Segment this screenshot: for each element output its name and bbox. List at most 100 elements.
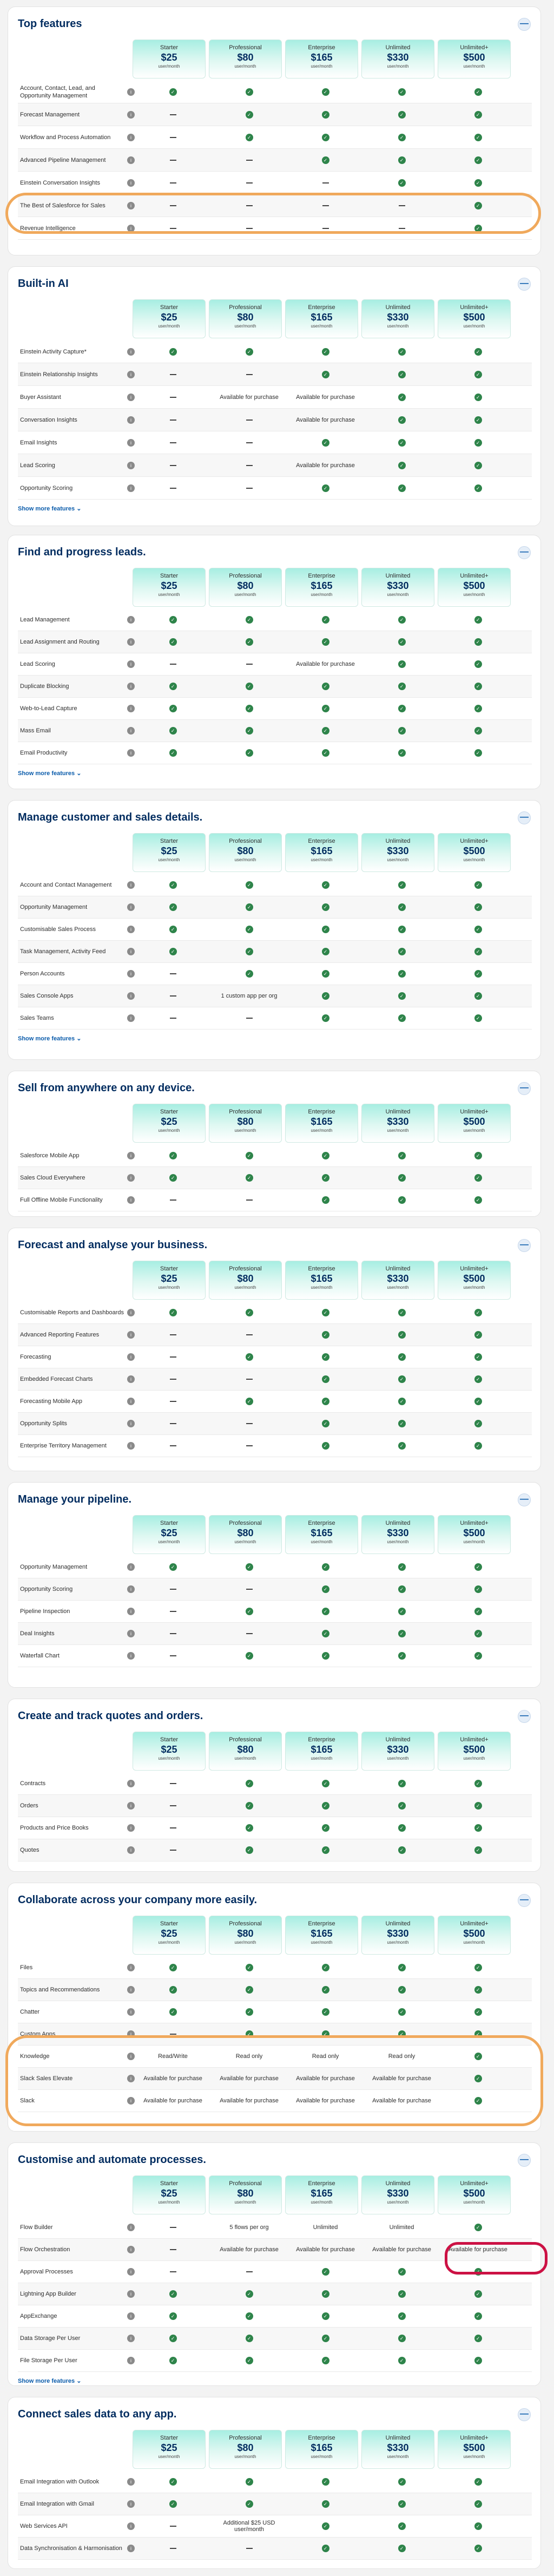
info-icon[interactable]: i [127,1309,135,1316]
plan-cell-2: ✓ [287,2312,364,2320]
info-icon[interactable]: i [127,461,135,469]
table-row: Email Integration with Gmail i ✓ ✓ ✓ ✓ ✓ [18,2493,532,2515]
info-icon[interactable]: i [127,992,135,1000]
info-icon[interactable]: i [127,2268,135,2276]
info-icon[interactable]: i [127,1652,135,1660]
info-icon[interactable]: i [127,2290,135,2298]
info-icon[interactable]: i [127,660,135,668]
plan-price-unit: user/month [311,1539,333,1544]
section-forecast: Forecast and analyse your business. — Star… [8,1228,541,1471]
info-icon[interactable]: i [127,133,135,141]
info-icon[interactable]: i [127,683,135,690]
plan-cell-4: ✓ [440,438,516,447]
collapse-section-icon[interactable]: — [518,278,531,291]
info-icon[interactable]: i [127,110,135,119]
info-icon[interactable]: i [127,1174,135,1182]
info-icon[interactable]: i [127,2522,135,2530]
info-icon[interactable]: i [127,2224,135,2231]
collapse-section-icon[interactable]: — [518,1082,531,1095]
check-icon: ✓ [474,1331,482,1339]
check-icon: ✓ [398,2335,406,2342]
plan-cell-0: ✓ [135,683,211,690]
info-icon[interactable]: i [127,1802,135,1810]
info-icon[interactable]: i [127,970,135,978]
info-icon[interactable]: i [127,1630,135,1637]
info-icon[interactable]: i [127,156,135,164]
info-icon[interactable]: i [127,88,135,96]
info-icon[interactable]: i [127,2500,135,2508]
not-included-icon [169,1423,176,1425]
info-icon[interactable]: i [127,1608,135,1615]
plan-header-unlimited: Unlimited $330 user/month [361,1104,434,1143]
info-icon[interactable]: i [127,926,135,933]
info-icon[interactable]: i [127,1420,135,1427]
info-icon[interactable]: i [127,705,135,712]
show-more-features-link[interactable]: Show more features ⌄ [18,505,81,512]
info-icon[interactable]: i [127,1398,135,1405]
check-icon: ✓ [474,727,482,735]
plan-header-unlimited-plus: Unlimited+ $500 user/month [438,1732,511,1771]
info-icon[interactable]: i [127,1563,135,1571]
plan-price: $25 [161,2188,177,2199]
info-icon[interactable]: i [127,1986,135,1994]
plan-cell-0 [135,1197,211,1203]
info-icon[interactable]: i [127,393,135,401]
info-icon[interactable]: i [127,1824,135,1832]
info-icon[interactable]: i [127,438,135,447]
info-icon[interactable]: i [127,2246,135,2253]
info-icon[interactable]: i [127,179,135,187]
info-icon[interactable]: i [127,1014,135,1022]
table-row: Sales Cloud Everywhere i ✓ ✓ ✓ ✓ ✓ [18,1167,532,1189]
not-included-icon [169,1589,176,1590]
info-icon[interactable]: i [127,881,135,889]
collapse-section-icon[interactable]: — [518,546,531,559]
info-icon[interactable]: i [127,2357,135,2364]
info-icon[interactable]: i [127,1964,135,1971]
info-icon[interactable]: i [127,749,135,757]
info-icon[interactable]: i [127,616,135,624]
info-icon[interactable]: i [127,2312,135,2320]
collapse-section-icon[interactable]: — [518,1493,531,1506]
info-icon[interactable]: i [127,2008,135,2016]
info-icon[interactable]: i [127,1152,135,1159]
show-more-features-link[interactable]: Show more features ⌄ [18,1035,81,1042]
check-icon: ✓ [474,616,482,624]
info-icon[interactable]: i [127,416,135,424]
info-icon[interactable]: i [127,1846,135,1854]
check-icon: ✓ [398,1375,406,1383]
info-icon[interactable]: i [127,2335,135,2342]
info-icon[interactable]: i [127,2478,135,2486]
info-icon[interactable]: i [127,348,135,356]
info-icon[interactable]: i [127,1780,135,1787]
feature-label: Einstein Activity Capture* [20,348,87,355]
info-icon[interactable]: i [127,2545,135,2552]
info-icon[interactable]: i [127,1196,135,1204]
collapse-section-icon[interactable]: — [518,2154,531,2167]
info-icon[interactable]: i [127,1585,135,1593]
plan-cell-0: ✓ [135,1152,211,1159]
info-icon[interactable]: i [127,727,135,735]
info-icon[interactable]: i [127,1331,135,1339]
info-icon[interactable]: i [127,1442,135,1450]
check-icon: ✓ [474,1152,482,1159]
collapse-section-icon[interactable]: — [518,1894,531,1907]
collapse-section-icon[interactable]: — [518,18,531,31]
collapse-section-icon[interactable]: — [518,811,531,824]
info-icon[interactable]: i [127,1353,135,1361]
show-more-features-link[interactable]: Show more features ⌄ [18,2377,81,2384]
info-icon[interactable]: i [127,484,135,492]
info-icon[interactable]: i [127,903,135,911]
cell-text: Available for purchase [220,2246,279,2253]
collapse-section-icon[interactable]: — [518,1239,531,1252]
info-icon[interactable]: i [127,638,135,646]
info-icon[interactable]: i [127,1375,135,1383]
plan-cell-4: ✓ [440,1964,516,1971]
collapse-section-icon[interactable]: — [518,2408,531,2421]
check-icon: ✓ [321,616,329,624]
plan-header-unlimited: Unlimited $330 user/month [361,40,434,78]
info-icon[interactable]: i [127,370,135,378]
info-icon[interactable]: i [127,948,135,955]
plan-cell-3: ✓ [364,727,440,735]
collapse-section-icon[interactable]: — [518,1710,531,1723]
show-more-features-link[interactable]: Show more features ⌄ [18,770,81,777]
